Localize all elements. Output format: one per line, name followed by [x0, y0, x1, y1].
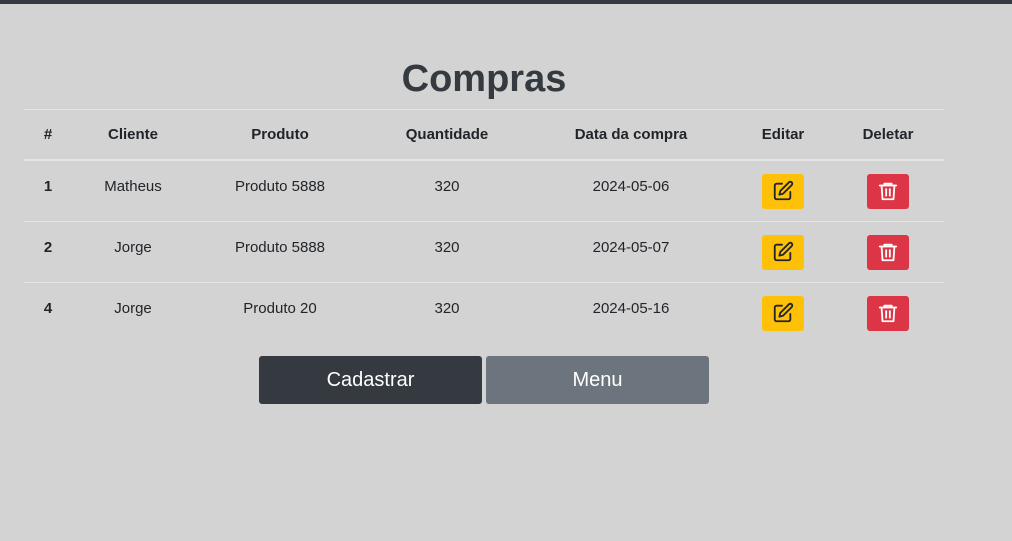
header-cliente: Cliente: [72, 109, 194, 161]
row-produto-text: Produto 5888: [234, 177, 326, 195]
header-produto: Produto: [194, 109, 366, 161]
row-produto: Produto 20: [194, 283, 366, 344]
row-produto: Produto 5888: [194, 221, 366, 283]
row-edit-cell: [734, 221, 832, 283]
cadastrar-button[interactable]: Cadastrar: [259, 356, 482, 404]
pencil-square-icon: [773, 302, 794, 322]
row-produto-text: Produto 20: [243, 299, 317, 317]
row-cliente: Jorge: [72, 221, 194, 283]
row-cliente-text: Jorge: [114, 238, 152, 256]
row-data: 2024-05-06: [528, 160, 734, 222]
row-cliente-text: Matheus: [104, 177, 162, 195]
row-delete-cell: [832, 283, 944, 344]
row-delete-cell: [832, 160, 944, 222]
delete-button[interactable]: [867, 173, 909, 209]
row-id-text: 2: [43, 238, 53, 256]
page: Compras # Cliente Produto Quantidade Dat…: [0, 0, 1012, 541]
row-data-text: 2024-05-07: [592, 238, 670, 256]
trash-icon: [878, 182, 898, 200]
row-cliente: Jorge: [72, 283, 194, 344]
table-row: 4 Jorge Produto 20 320 2024-05-16: [24, 283, 944, 344]
table-header-row: # Cliente Produto Quantidade Data da com…: [24, 109, 944, 161]
header-data: Data da compra: [528, 109, 734, 161]
pencil-square-icon: [773, 241, 794, 261]
delete-button[interactable]: [867, 295, 909, 331]
trash-icon: [878, 243, 898, 261]
menu-button[interactable]: Menu: [486, 356, 709, 404]
header-editar: Editar: [734, 109, 832, 161]
row-quantidade: 320: [366, 283, 528, 344]
table-row: 2 Jorge Produto 5888 320 2024-05-07: [24, 221, 944, 283]
row-edit-cell: [734, 160, 832, 222]
delete-button[interactable]: [867, 234, 909, 270]
row-produto: Produto 5888: [194, 160, 366, 222]
row-cliente-text: Jorge: [114, 299, 152, 317]
row-produto-text: Produto 5888: [234, 238, 326, 256]
row-id: 4: [24, 283, 72, 344]
pencil-square-icon: [773, 180, 794, 200]
row-quantidade-text: 320: [434, 299, 460, 317]
row-data-text: 2024-05-06: [592, 177, 670, 195]
edit-button[interactable]: [762, 295, 804, 331]
row-data: 2024-05-07: [528, 221, 734, 283]
header-id: #: [24, 109, 72, 161]
row-data: 2024-05-16: [528, 283, 734, 344]
header-deletar: Deletar: [832, 109, 944, 161]
row-quantidade: 320: [366, 160, 528, 222]
trash-icon: [878, 304, 898, 322]
row-quantidade: 320: [366, 221, 528, 283]
row-id: 1: [24, 160, 72, 222]
page-title: Compras: [401, 58, 567, 100]
row-edit-cell: [734, 283, 832, 344]
table-row: 1 Matheus Produto 5888 320 2024-05-06: [24, 160, 944, 222]
edit-button[interactable]: [762, 234, 804, 270]
row-id-text: 4: [43, 299, 53, 317]
row-id-text: 1: [43, 177, 53, 195]
row-delete-cell: [832, 221, 944, 283]
edit-button[interactable]: [762, 173, 804, 209]
header-quantidade: Quantidade: [366, 109, 528, 161]
row-id: 2: [24, 221, 72, 283]
row-data-text: 2024-05-16: [592, 299, 670, 317]
row-quantidade-text: 320: [434, 177, 460, 195]
row-quantidade-text: 320: [434, 238, 460, 256]
action-buttons: Cadastrar Menu: [259, 356, 711, 404]
purchases-table: # Cliente Produto Quantidade Data da com…: [24, 109, 944, 343]
row-cliente: Matheus: [72, 160, 194, 222]
